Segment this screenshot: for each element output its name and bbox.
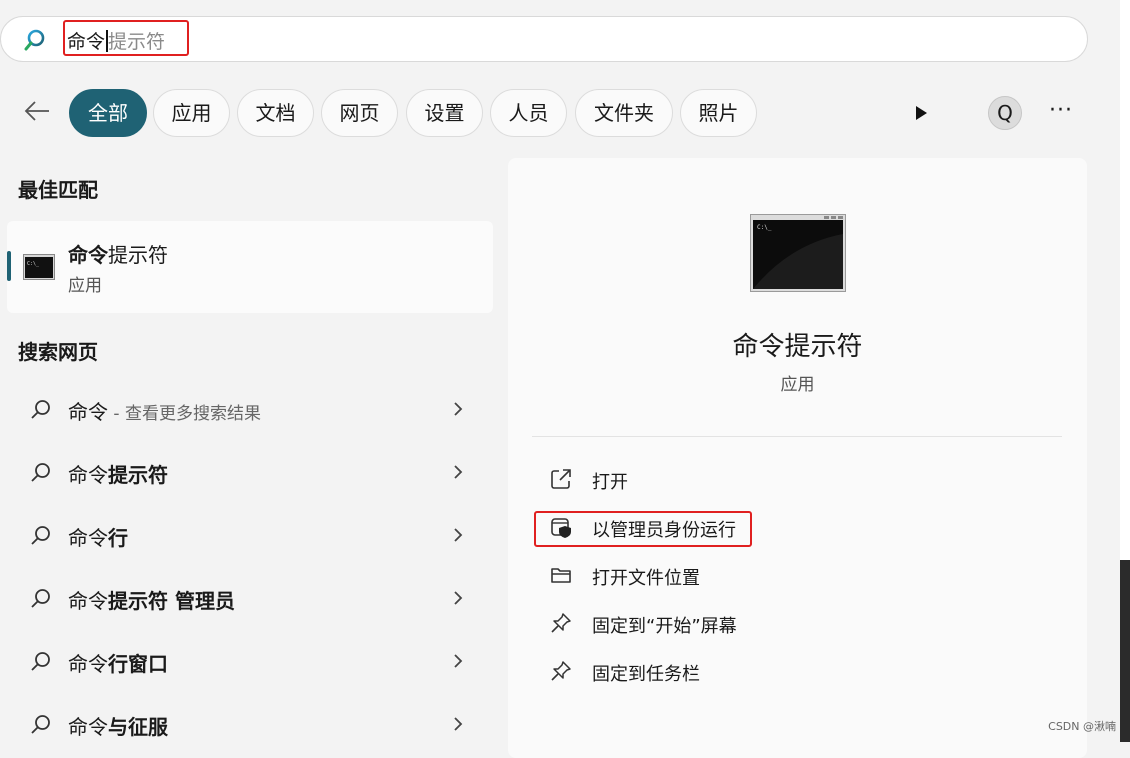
run-as-admin-highlight-box [534,511,752,547]
search-icon [31,526,50,545]
search-input[interactable]: 命令 提示符 [67,27,165,54]
svg-text:C:\_: C:\_ [757,224,772,231]
filter-apps[interactable]: 应用 [153,89,230,137]
search-icon [31,589,50,608]
filter-web[interactable]: 网页 [321,89,398,137]
divider [532,436,1062,437]
filter-settings[interactable]: 设置 [406,89,483,137]
play-more-filters-icon[interactable] [908,100,934,126]
pin-icon [551,661,571,681]
action-pin-to-start[interactable]: 固定到“开始”屏幕 [548,608,1028,640]
chevron-right-icon [454,528,463,542]
web-result-label: 命令提示符 管理员 [68,589,235,613]
best-match-item[interactable]: C:\_ 命令提示符 应用 [7,221,493,313]
search-icon [31,463,50,482]
search-typed-text: 命令 [67,31,106,53]
detail-panel: C:\_ 命令提示符 应用 打开 以管理员身份运行 打开文件位置 固定到“开始”… [508,158,1087,758]
web-result-label: 命令与征服 [68,715,168,739]
web-result-item[interactable]: 命令提示符 [0,443,500,503]
best-match-subtitle: 应用 [68,276,102,296]
search-icon [31,652,50,671]
background-window-edge [1120,0,1130,742]
best-match-heading: 最佳匹配 [18,178,98,202]
watermark: CSDN @湫喃 [1048,720,1116,733]
more-options-icon[interactable]: ··· [1046,100,1076,126]
back-arrow-icon[interactable] [22,96,52,126]
filter-all[interactable]: 全部 [69,89,147,137]
web-result-item[interactable]: 命令提示符 管理员 [0,569,500,629]
chevron-right-icon [454,717,463,731]
folder-icon [551,568,571,583]
web-result-item[interactable]: 命令 - 查看更多搜索结果 [0,380,500,440]
chevron-right-icon [454,591,463,605]
search-icon [31,400,50,419]
web-result-label: 命令行 [68,526,128,550]
search-bar[interactable]: 命令 提示符 [0,16,1088,62]
search-icon [24,29,45,51]
filter-people[interactable]: 人员 [490,89,567,137]
web-result-item[interactable]: 命令行窗口 [0,632,500,692]
web-result-label: 命令提示符 [68,463,168,487]
web-result-item[interactable]: 命令与征服 [0,695,500,755]
search-icon [31,715,50,734]
action-label: 打开 [592,472,628,493]
action-label: 固定到“开始”屏幕 [592,616,737,637]
web-result-item[interactable]: 命令行 [0,506,500,566]
search-autocomplete-hint: 提示符 [108,31,166,53]
detail-title: 命令提示符 [732,332,863,362]
filter-documents[interactable]: 文档 [237,89,314,137]
chevron-right-icon [454,465,463,479]
chevron-right-icon [454,654,463,668]
pin-icon [551,613,571,633]
action-pin-to-taskbar[interactable]: 固定到任务栏 [548,656,1028,688]
detail-subtitle: 应用 [780,375,815,395]
svg-text:C:\_: C:\_ [27,261,40,267]
profile-avatar[interactable]: Q [988,96,1022,130]
action-label: 打开文件位置 [592,568,700,589]
web-result-label: 命令 - 查看更多搜索结果 [68,400,261,424]
web-result-label: 命令行窗口 [68,652,168,676]
search-web-heading: 搜索网页 [18,340,98,364]
action-open-file-location[interactable]: 打开文件位置 [548,560,1028,592]
action-label: 固定到任务栏 [592,664,700,685]
best-match-title: 命令提示符 [68,243,168,267]
command-prompt-icon: C:\_ [750,214,846,292]
filter-photos[interactable]: 照片 [680,89,757,137]
open-external-icon [551,469,571,489]
filter-folders[interactable]: 文件夹 [575,89,673,137]
command-prompt-icon: C:\_ [23,254,55,280]
selection-accent [7,251,11,281]
action-open[interactable]: 打开 [548,464,1028,496]
chevron-right-icon [454,402,463,416]
